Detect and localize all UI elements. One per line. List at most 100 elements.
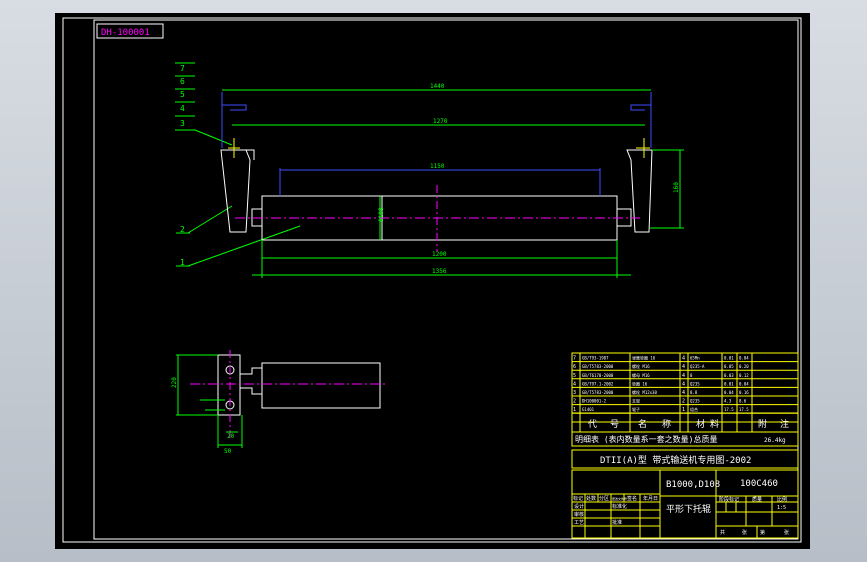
bom-cell-w1: 0.01 — [724, 356, 734, 361]
part-number-6: 6 — [180, 77, 185, 86]
bom-header-code-2: 号 — [610, 419, 619, 430]
part-number-7: 7 — [180, 64, 185, 73]
bom-cell-no: 1 — [573, 407, 576, 413]
dim-outer-length-text: 1440 — [430, 83, 445, 90]
belt-width-label: B1000,D108 — [666, 480, 720, 490]
dim-roller-total-text: 1200 — [432, 251, 447, 258]
bom-cell-no: 7 — [573, 356, 576, 362]
bom-cell-name: 螺母 M16 — [632, 372, 650, 378]
bom-cell-w2: 0.16 — [739, 390, 749, 395]
bom-cell-material: 8.8 — [690, 390, 698, 395]
rev-label-zone: 分区 — [599, 495, 609, 502]
bom-cell-no: 4 — [573, 381, 576, 387]
bom-cell-qty: 4 — [682, 356, 685, 362]
bom-cell-code: GB/T5783-2000 — [582, 390, 614, 395]
bom-cell-w1: 4.3 — [724, 399, 732, 404]
series-title: DTII(A)型 带式输送机专用图-2002 — [600, 454, 751, 466]
dim-diameter-text: Φ108 — [378, 207, 385, 222]
sheet-background — [55, 13, 810, 549]
bom-cell-material: Q235 — [690, 381, 700, 386]
bom-cell-code: G1401 — [582, 407, 595, 412]
drawing-code-label: DH-100001 — [101, 28, 150, 38]
bom-cell-name: 弹簧垫圈 16 — [632, 355, 656, 361]
rev-label-date: 年月日 — [643, 495, 658, 502]
bom-header-material-2: 料 — [710, 418, 719, 430]
cad-drawing: DH-100001 7 6 5 4 3 2 1 1440 1270 160 11… — [55, 13, 810, 549]
bom-cell-no: 3 — [573, 390, 576, 396]
bom-cell-name: 垫圈 16 — [632, 380, 648, 386]
mass-label: 质量 — [752, 496, 762, 503]
rev-label-file: 更改文件号 — [612, 496, 627, 501]
part-number-5: 5 — [180, 90, 185, 99]
scale-label: 比例 — [777, 496, 787, 503]
role-standard: 标准化 — [612, 503, 627, 510]
bom-cell-code: DH100001-2 — [582, 399, 607, 404]
bom-cell-qty: 4 — [682, 373, 685, 379]
bom-cell-qty: 4 — [682, 381, 685, 387]
bom-cell-w2: 17.5 — [739, 407, 749, 412]
side-bottom-text: 20 — [227, 433, 235, 440]
sheet-no-1: 第 — [760, 529, 765, 536]
bom-cell-w2: 0.04 — [739, 356, 749, 361]
bom-cell-code: GB/T97.1-2002 — [582, 381, 614, 386]
rev-label-count: 处数 — [586, 495, 596, 502]
cad-viewport[interactable]: DH-100001 7 6 5 4 3 2 1 1440 1270 160 11… — [0, 0, 867, 562]
bom-cell-material: Q235-A — [690, 364, 705, 369]
role-process: 工艺 — [574, 520, 584, 526]
bom-cell-qty: 4 — [682, 364, 685, 370]
sheet-total-2: 张 — [742, 529, 747, 536]
bom-cell-code: GB/T93-1987 — [582, 356, 609, 361]
sheet-no-2: 张 — [784, 529, 789, 536]
bom-header-name-2: 称 — [662, 418, 671, 430]
bom-cell-material: Q235 — [690, 399, 700, 404]
bom-cell-no: 2 — [573, 399, 576, 405]
bom-cell-w1: 0.03 — [724, 373, 734, 378]
bom-cell-qty: 1 — [682, 407, 685, 413]
bom-cell-no: 5 — [573, 373, 576, 379]
dim-inner-length-text: 1270 — [433, 118, 448, 125]
rev-label-sign: 签名 — [627, 495, 637, 502]
bom-cell-w1: 0.05 — [724, 364, 734, 369]
bom-header-note-1: 附 — [758, 418, 767, 430]
bom-cell-name: 辊子 — [632, 406, 640, 412]
side-width-text: 50 — [224, 448, 232, 455]
bom-cell-qty: 2 — [682, 399, 685, 405]
bom-cell-w2: 8.6 — [739, 399, 747, 404]
dim-bottom-total-text: 1356 — [432, 268, 447, 275]
role-review: 审核 — [574, 511, 584, 518]
bom-cell-name: 螺栓 M12x30 — [632, 389, 657, 395]
bom-cell-code: GB/T6170-2000 — [582, 373, 614, 378]
bom-cell-w1: 17.5 — [724, 407, 734, 412]
bom-note-line: 明细表 (表内数量系一套之数量)总质量 — [575, 434, 717, 444]
bom-cell-w2: 0.20 — [739, 364, 749, 369]
bom-cell-code: GB/T5783-2000 — [582, 364, 614, 369]
bom-cell-name: 螺栓 M16 — [632, 363, 650, 369]
part-name: 平形下托辊 — [666, 503, 711, 515]
scale-value: 1:5 — [777, 505, 786, 511]
role-design: 设计 — [574, 503, 584, 510]
part-number-3: 3 — [180, 119, 185, 128]
bom-cell-w1: 0.01 — [724, 381, 734, 386]
drawing-code: 100C460 — [740, 479, 778, 489]
sheet-total-1: 共 — [720, 529, 725, 536]
bom-cell-material: 组合 — [690, 406, 698, 412]
bom-header-note-2: 注 — [780, 418, 789, 430]
bom-header-material-1: 材 — [696, 418, 705, 430]
bom-cell-no: 6 — [573, 364, 576, 370]
part-number-1: 1 — [180, 258, 185, 267]
bom-cell-w2: 0.12 — [739, 373, 749, 378]
dim-roller-face-text: 1150 — [430, 163, 445, 170]
stage-label: 阶段标记 — [719, 496, 739, 503]
dim-bracket-height-text: 160 — [673, 182, 680, 193]
bom-cell-w2: 0.04 — [739, 381, 749, 386]
bom-header-code-1: 代 — [588, 419, 597, 430]
bom-total-weight: 26.4kg — [764, 437, 786, 444]
part-number-2: 2 — [180, 225, 185, 234]
role-approve: 批准 — [612, 519, 622, 526]
side-height-text: 220 — [171, 377, 178, 388]
bom-cell-qty: 4 — [682, 390, 685, 396]
bom-cell-name: 支架 — [632, 398, 640, 404]
rev-label-mark: 标记 — [573, 495, 583, 502]
bom-cell-w1: 0.04 — [724, 390, 734, 395]
bom-header-name-1: 名 — [638, 418, 647, 430]
